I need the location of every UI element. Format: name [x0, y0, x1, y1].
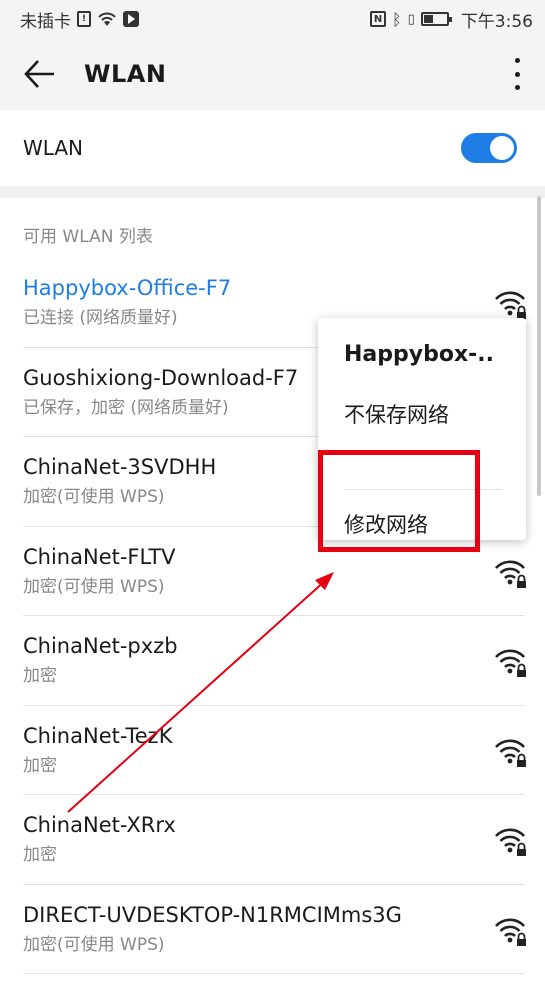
bluetooth-icon: ᛒ: [392, 9, 402, 29]
app-bar: WLAN: [0, 38, 545, 110]
wifi-locked-icon: [495, 560, 526, 588]
network-item[interactable]: DIRECT-UVDESKTOP-N1RMCIMms3G 加密(可使用 WPS): [0, 885, 545, 975]
wifi-status-icon: [98, 12, 116, 26]
network-name: ChinaNet-TezK: [23, 723, 173, 748]
battery-icon: [420, 12, 452, 26]
carrier-text: 未插卡: [20, 11, 71, 32]
scrollbar[interactable]: [537, 196, 541, 496]
sim-icon: !: [77, 11, 91, 27]
network-name: ChinaNet-pxzb: [23, 634, 178, 658]
available-networks-heading: 可用 WLAN 列表: [23, 227, 153, 247]
network-status: 加密: [23, 666, 57, 686]
network-item[interactable]: ChinaNet-pxzb 加密: [0, 616, 545, 706]
nfc-icon: N: [370, 11, 387, 27]
status-bar: 未插卡 ! N ᛒ ▯ 下午3:56: [0, 0, 545, 38]
vibrate-icon: ▯: [407, 11, 415, 27]
wifi-locked-icon: [495, 649, 526, 677]
network-name: DIRECT-UVDESKTOP-N1RMCIMms3G: [23, 902, 402, 927]
wifi-locked-icon: [495, 291, 526, 319]
network-item[interactable]: ChinaNet-TezK 加密: [0, 706, 545, 796]
wifi-locked-icon: [495, 918, 526, 946]
network-status: 加密: [23, 845, 57, 865]
notification-app-icon: [123, 11, 139, 27]
back-arrow-icon[interactable]: [20, 54, 60, 94]
page-title: WLAN: [84, 60, 167, 88]
network-status: 加密(可使用 WPS): [23, 576, 165, 597]
wlan-toggle-row[interactable]: WLAN: [0, 110, 545, 198]
status-left: 未插卡 !: [20, 7, 139, 32]
network-item[interactable]: ChinaNet-XRrx 加密: [0, 795, 545, 885]
status-right: N ᛒ ▯ 下午3:56: [370, 7, 533, 32]
network-status: 加密(可使用 WPS): [23, 934, 165, 955]
more-options-icon[interactable]: [509, 58, 525, 90]
switch-knob: [490, 136, 514, 160]
wifi-locked-icon: [495, 828, 526, 856]
highlight-box: [318, 450, 480, 552]
network-name: Happybox-Office-F7: [23, 276, 232, 300]
network-name: ChinaNet-XRrx: [23, 813, 176, 837]
popup-title: Happybox-..: [344, 342, 494, 367]
wifi-locked-icon: [495, 739, 526, 767]
clock-text: 下午3:56: [460, 11, 533, 32]
wlan-switch[interactable]: [461, 133, 517, 163]
wlan-toggle-label: WLAN: [23, 136, 84, 160]
network-status: 加密: [23, 755, 57, 776]
